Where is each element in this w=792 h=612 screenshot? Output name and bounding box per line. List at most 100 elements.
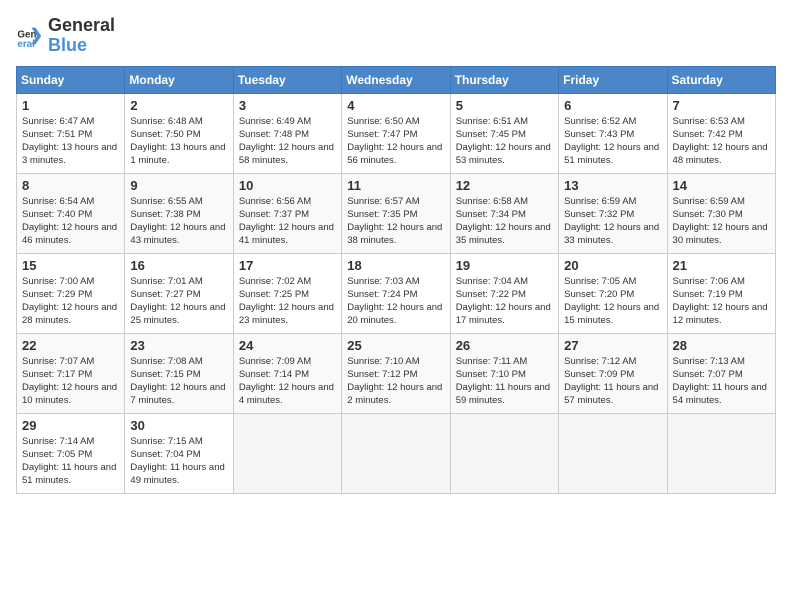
calendar-cell: 22 Sunrise: 7:07 AM Sunset: 7:17 PM Dayl… — [17, 333, 125, 413]
calendar-cell: 7 Sunrise: 6:53 AM Sunset: 7:42 PM Dayli… — [667, 93, 775, 173]
day-info: Sunrise: 7:06 AM Sunset: 7:19 PM Dayligh… — [673, 275, 770, 328]
calendar-cell: 28 Sunrise: 7:13 AM Sunset: 7:07 PM Dayl… — [667, 333, 775, 413]
calendar-week-1: 1 Sunrise: 6:47 AM Sunset: 7:51 PM Dayli… — [17, 93, 776, 173]
calendar-table: SundayMondayTuesdayWednesdayThursdayFrid… — [16, 66, 776, 494]
calendar-cell: 6 Sunrise: 6:52 AM Sunset: 7:43 PM Dayli… — [559, 93, 667, 173]
day-number: 28 — [673, 338, 770, 353]
calendar-cell: 30 Sunrise: 7:15 AM Sunset: 7:04 PM Dayl… — [125, 413, 233, 493]
calendar-cell: 25 Sunrise: 7:10 AM Sunset: 7:12 PM Dayl… — [342, 333, 450, 413]
day-number: 26 — [456, 338, 553, 353]
day-info: Sunrise: 7:07 AM Sunset: 7:17 PM Dayligh… — [22, 355, 119, 408]
day-number: 3 — [239, 98, 336, 113]
day-info: Sunrise: 6:50 AM Sunset: 7:47 PM Dayligh… — [347, 115, 444, 168]
day-number: 17 — [239, 258, 336, 273]
calendar-cell: 21 Sunrise: 7:06 AM Sunset: 7:19 PM Dayl… — [667, 253, 775, 333]
day-number: 12 — [456, 178, 553, 193]
day-info: Sunrise: 7:15 AM Sunset: 7:04 PM Dayligh… — [130, 435, 227, 488]
weekday-header-monday: Monday — [125, 66, 233, 93]
day-number: 10 — [239, 178, 336, 193]
calendar-cell: 27 Sunrise: 7:12 AM Sunset: 7:09 PM Dayl… — [559, 333, 667, 413]
day-info: Sunrise: 6:52 AM Sunset: 7:43 PM Dayligh… — [564, 115, 661, 168]
day-info: Sunrise: 6:48 AM Sunset: 7:50 PM Dayligh… — [130, 115, 227, 168]
day-info: Sunrise: 6:59 AM Sunset: 7:30 PM Dayligh… — [673, 195, 770, 248]
calendar-cell: 19 Sunrise: 7:04 AM Sunset: 7:22 PM Dayl… — [450, 253, 558, 333]
day-info: Sunrise: 6:49 AM Sunset: 7:48 PM Dayligh… — [239, 115, 336, 168]
day-info: Sunrise: 6:51 AM Sunset: 7:45 PM Dayligh… — [456, 115, 553, 168]
day-info: Sunrise: 7:09 AM Sunset: 7:14 PM Dayligh… — [239, 355, 336, 408]
day-number: 20 — [564, 258, 661, 273]
day-number: 22 — [22, 338, 119, 353]
calendar-week-5: 29 Sunrise: 7:14 AM Sunset: 7:05 PM Dayl… — [17, 413, 776, 493]
calendar-cell: 4 Sunrise: 6:50 AM Sunset: 7:47 PM Dayli… — [342, 93, 450, 173]
calendar-cell: 13 Sunrise: 6:59 AM Sunset: 7:32 PM Dayl… — [559, 173, 667, 253]
weekday-header-tuesday: Tuesday — [233, 66, 341, 93]
day-number: 19 — [456, 258, 553, 273]
day-number: 13 — [564, 178, 661, 193]
calendar-week-4: 22 Sunrise: 7:07 AM Sunset: 7:17 PM Dayl… — [17, 333, 776, 413]
calendar-cell — [450, 413, 558, 493]
logo-icon: Gen eral — [16, 22, 44, 50]
day-info: Sunrise: 7:13 AM Sunset: 7:07 PM Dayligh… — [673, 355, 770, 408]
calendar-cell: 16 Sunrise: 7:01 AM Sunset: 7:27 PM Dayl… — [125, 253, 233, 333]
page-header: Gen eral General Blue — [16, 16, 776, 56]
day-number: 18 — [347, 258, 444, 273]
day-info: Sunrise: 7:00 AM Sunset: 7:29 PM Dayligh… — [22, 275, 119, 328]
day-number: 29 — [22, 418, 119, 433]
day-number: 21 — [673, 258, 770, 273]
calendar-week-2: 8 Sunrise: 6:54 AM Sunset: 7:40 PM Dayli… — [17, 173, 776, 253]
day-info: Sunrise: 6:47 AM Sunset: 7:51 PM Dayligh… — [22, 115, 119, 168]
day-number: 16 — [130, 258, 227, 273]
calendar-cell — [233, 413, 341, 493]
day-info: Sunrise: 6:53 AM Sunset: 7:42 PM Dayligh… — [673, 115, 770, 168]
day-info: Sunrise: 6:57 AM Sunset: 7:35 PM Dayligh… — [347, 195, 444, 248]
calendar-cell — [559, 413, 667, 493]
calendar-cell: 12 Sunrise: 6:58 AM Sunset: 7:34 PM Dayl… — [450, 173, 558, 253]
calendar-cell: 3 Sunrise: 6:49 AM Sunset: 7:48 PM Dayli… — [233, 93, 341, 173]
calendar-cell: 29 Sunrise: 7:14 AM Sunset: 7:05 PM Dayl… — [17, 413, 125, 493]
calendar-cell: 2 Sunrise: 6:48 AM Sunset: 7:50 PM Dayli… — [125, 93, 233, 173]
day-info: Sunrise: 6:58 AM Sunset: 7:34 PM Dayligh… — [456, 195, 553, 248]
day-info: Sunrise: 6:55 AM Sunset: 7:38 PM Dayligh… — [130, 195, 227, 248]
day-info: Sunrise: 7:03 AM Sunset: 7:24 PM Dayligh… — [347, 275, 444, 328]
day-number: 23 — [130, 338, 227, 353]
weekday-header-saturday: Saturday — [667, 66, 775, 93]
calendar-cell: 14 Sunrise: 6:59 AM Sunset: 7:30 PM Dayl… — [667, 173, 775, 253]
logo: Gen eral General Blue — [16, 16, 115, 56]
calendar-cell: 8 Sunrise: 6:54 AM Sunset: 7:40 PM Dayli… — [17, 173, 125, 253]
day-info: Sunrise: 7:05 AM Sunset: 7:20 PM Dayligh… — [564, 275, 661, 328]
weekday-header-wednesday: Wednesday — [342, 66, 450, 93]
day-info: Sunrise: 7:02 AM Sunset: 7:25 PM Dayligh… — [239, 275, 336, 328]
calendar-week-3: 15 Sunrise: 7:00 AM Sunset: 7:29 PM Dayl… — [17, 253, 776, 333]
day-number: 15 — [22, 258, 119, 273]
calendar-cell: 9 Sunrise: 6:55 AM Sunset: 7:38 PM Dayli… — [125, 173, 233, 253]
logo-text: General Blue — [48, 16, 115, 56]
calendar-cell: 26 Sunrise: 7:11 AM Sunset: 7:10 PM Dayl… — [450, 333, 558, 413]
calendar-cell: 10 Sunrise: 6:56 AM Sunset: 7:37 PM Dayl… — [233, 173, 341, 253]
calendar-cell: 20 Sunrise: 7:05 AM Sunset: 7:20 PM Dayl… — [559, 253, 667, 333]
calendar-cell: 5 Sunrise: 6:51 AM Sunset: 7:45 PM Dayli… — [450, 93, 558, 173]
day-number: 30 — [130, 418, 227, 433]
calendar-cell — [667, 413, 775, 493]
day-number: 8 — [22, 178, 119, 193]
calendar-cell: 15 Sunrise: 7:00 AM Sunset: 7:29 PM Dayl… — [17, 253, 125, 333]
weekday-header-thursday: Thursday — [450, 66, 558, 93]
svg-text:eral: eral — [17, 39, 35, 50]
weekday-header-sunday: Sunday — [17, 66, 125, 93]
day-number: 1 — [22, 98, 119, 113]
day-number: 2 — [130, 98, 227, 113]
day-info: Sunrise: 7:08 AM Sunset: 7:15 PM Dayligh… — [130, 355, 227, 408]
day-info: Sunrise: 6:56 AM Sunset: 7:37 PM Dayligh… — [239, 195, 336, 248]
day-number: 24 — [239, 338, 336, 353]
day-number: 9 — [130, 178, 227, 193]
day-info: Sunrise: 7:10 AM Sunset: 7:12 PM Dayligh… — [347, 355, 444, 408]
day-info: Sunrise: 6:54 AM Sunset: 7:40 PM Dayligh… — [22, 195, 119, 248]
day-number: 11 — [347, 178, 444, 193]
day-number: 27 — [564, 338, 661, 353]
day-info: Sunrise: 6:59 AM Sunset: 7:32 PM Dayligh… — [564, 195, 661, 248]
day-number: 4 — [347, 98, 444, 113]
day-info: Sunrise: 7:01 AM Sunset: 7:27 PM Dayligh… — [130, 275, 227, 328]
calendar-cell: 24 Sunrise: 7:09 AM Sunset: 7:14 PM Dayl… — [233, 333, 341, 413]
day-number: 5 — [456, 98, 553, 113]
weekday-header-friday: Friday — [559, 66, 667, 93]
day-info: Sunrise: 7:12 AM Sunset: 7:09 PM Dayligh… — [564, 355, 661, 408]
